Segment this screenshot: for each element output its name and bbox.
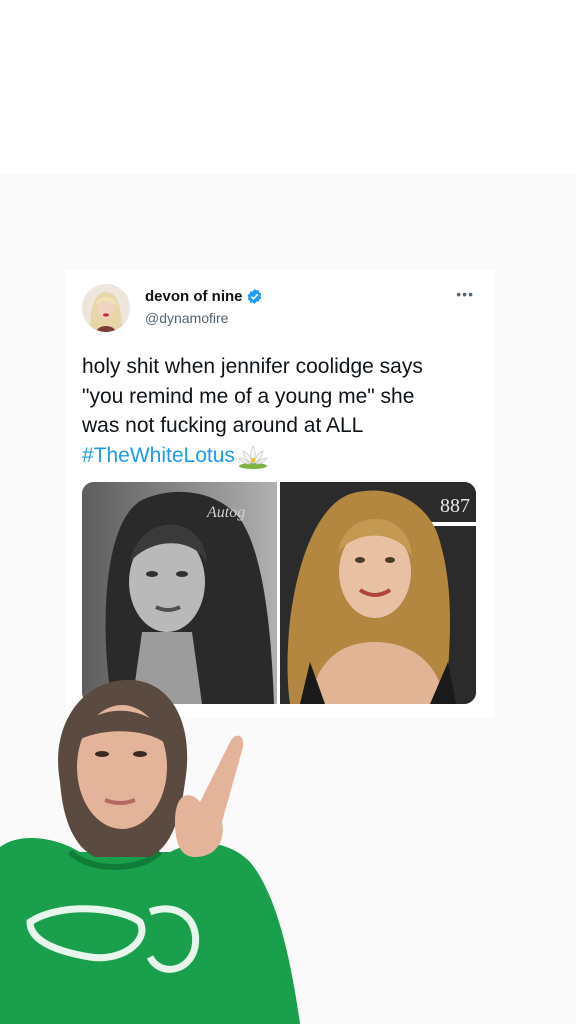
tweet-text-line: holy shit when jennifer coolidge says	[82, 355, 423, 378]
tweet-media[interactable]: Autog 887	[82, 482, 476, 704]
watermark-text: Autog	[206, 504, 245, 521]
tweet-text-line: "you remind me of a young me" she	[82, 384, 415, 408]
hashtag-link[interactable]: #TheWhiteLotus	[82, 444, 235, 467]
photo-black-and-white-portrait[interactable]: Autog	[82, 482, 277, 704]
tweet-card[interactable]: devon of nine @dynamofire ••• holy shit …	[66, 270, 494, 718]
backdrop-text: 887	[440, 495, 470, 517]
photo-color-portrait[interactable]: 887	[280, 482, 476, 704]
tweet-text: holy shit when jennifer coolidge says "y…	[82, 352, 492, 470]
user-handle[interactable]: @dynamofire	[145, 310, 228, 326]
lotus-emoji-icon	[238, 445, 268, 469]
more-options-icon[interactable]: •••	[456, 286, 474, 302]
avatar[interactable]	[82, 284, 130, 332]
creator-overlay-video	[0, 672, 300, 1024]
tweet-text-line: was not fucking around at ALL	[82, 414, 364, 437]
display-name[interactable]: devon of nine	[145, 288, 243, 305]
verified-badge-icon	[247, 289, 262, 304]
